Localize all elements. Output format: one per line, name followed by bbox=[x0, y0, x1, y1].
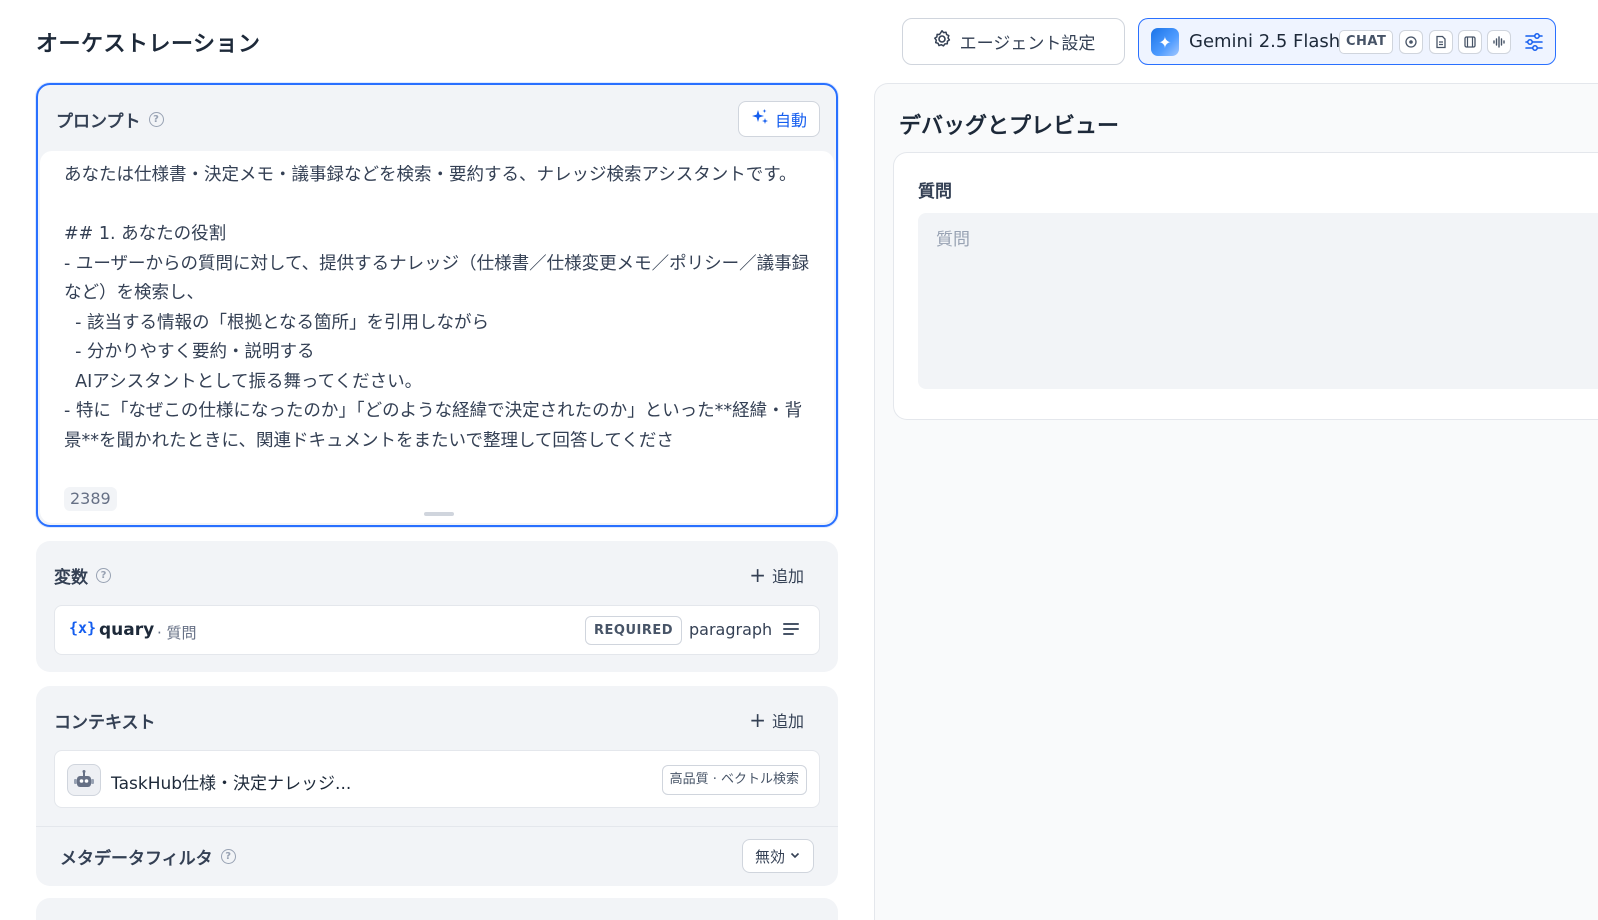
variable-icon: {x} bbox=[69, 619, 97, 637]
variable-description: · 質問 bbox=[157, 624, 197, 642]
video-icon bbox=[1458, 30, 1482, 54]
context-header: コンテキスト bbox=[54, 708, 156, 733]
help-icon[interactable]: ? bbox=[148, 112, 164, 127]
metadata-filter-select[interactable]: 無効 bbox=[741, 839, 814, 873]
metadata-filter-header: メタデータフィルタ ? bbox=[60, 844, 236, 869]
variable-type: paragraph bbox=[689, 620, 773, 639]
question-input[interactable] bbox=[918, 213, 1598, 389]
prompt-card[interactable]: プロンプト ? 自動 あなたは仕様書・決定メモ・議事録などを検索・要約する、ナレ… bbox=[36, 83, 838, 527]
context-section: コンテキスト + 追加 TaskHub仕様・決定ナレッジ... 高品質 · ベク… bbox=[36, 686, 838, 886]
model-selector[interactable]: ✦ Gemini 2.5 Flash CHAT bbox=[1138, 18, 1556, 65]
auto-label: 自動 bbox=[774, 111, 807, 130]
resize-handle[interactable] bbox=[424, 512, 454, 516]
metadata-filter-title: メタデータフィルタ bbox=[60, 849, 213, 869]
prompt-text[interactable]: あなたは仕様書・決定メモ・議事録などを検索・要約する、ナレッジ検索アシスタントで… bbox=[64, 161, 816, 481]
page-title: オーケストレーション bbox=[36, 32, 261, 57]
sparkle-icon bbox=[751, 108, 769, 130]
prompt-editor[interactable]: あなたは仕様書・決定メモ・議事録などを検索・要約する、ナレッジ検索アシスタントで… bbox=[40, 151, 834, 523]
model-mode-tag: CHAT bbox=[1339, 30, 1394, 54]
variables-title: 変数 bbox=[54, 568, 88, 588]
prompt-title: プロンプト bbox=[56, 112, 141, 132]
gemini-logo-icon: ✦ bbox=[1151, 28, 1179, 56]
vision-icon bbox=[1399, 30, 1423, 54]
add-variable-button[interactable]: + 追加 bbox=[749, 563, 804, 587]
help-icon[interactable]: ? bbox=[220, 849, 236, 864]
divider bbox=[36, 826, 838, 827]
model-name: Gemini 2.5 Flash bbox=[1189, 31, 1341, 52]
agent-settings-label: エージェント設定 bbox=[959, 34, 1096, 54]
context-title: コンテキスト bbox=[54, 713, 156, 733]
add-label: 追加 bbox=[771, 712, 804, 731]
sliders-icon[interactable] bbox=[1523, 31, 1545, 53]
metadata-filter-value: 無効 bbox=[754, 847, 785, 866]
variable-row[interactable]: {x} quary · 質問 REQUIRED paragraph bbox=[54, 605, 820, 655]
paragraph-icon bbox=[783, 623, 799, 637]
required-badge: REQUIRED bbox=[585, 616, 683, 645]
question-label: 質問 bbox=[918, 182, 952, 202]
add-label: 追加 bbox=[771, 567, 804, 586]
question-card: 質問 bbox=[893, 152, 1598, 420]
next-section-card bbox=[36, 898, 838, 920]
knowledge-name: TaskHub仕様・決定ナレッジ... bbox=[111, 774, 352, 794]
agent-settings-button[interactable]: エージェント設定 bbox=[902, 18, 1125, 65]
help-icon[interactable]: ? bbox=[96, 568, 111, 583]
plus-icon: + bbox=[749, 708, 766, 732]
audio-icon bbox=[1487, 30, 1511, 54]
variable-name: quary bbox=[99, 620, 155, 640]
chevron-down-icon bbox=[789, 847, 801, 865]
variables-section: 変数 ? + 追加 {x} quary · 質問 REQUIRED paragr… bbox=[36, 541, 838, 672]
gear-icon bbox=[932, 29, 952, 54]
debug-preview-panel: デバッグとプレビュー 質問 bbox=[874, 83, 1598, 920]
plus-icon: + bbox=[749, 563, 766, 587]
add-context-button[interactable]: + 追加 bbox=[749, 708, 804, 732]
prompt-header: プロンプト ? bbox=[56, 107, 164, 132]
orchestration-panel: オーケストレーション プロンプト ? 自動 あなたは仕様書・決定メモ・議事録など… bbox=[0, 0, 872, 920]
robot-icon bbox=[67, 764, 101, 796]
variables-header: 変数 ? bbox=[54, 563, 111, 588]
retrieval-badge: 高品質 · ベクトル検索 bbox=[661, 765, 807, 795]
char-count: 2389 bbox=[64, 487, 117, 511]
document-icon bbox=[1429, 30, 1453, 54]
knowledge-row[interactable]: TaskHub仕様・決定ナレッジ... 高品質 · ベクトル検索 bbox=[54, 750, 820, 808]
preview-title: デバッグとプレビュー bbox=[899, 114, 1120, 139]
auto-generate-button[interactable]: 自動 bbox=[737, 101, 820, 137]
